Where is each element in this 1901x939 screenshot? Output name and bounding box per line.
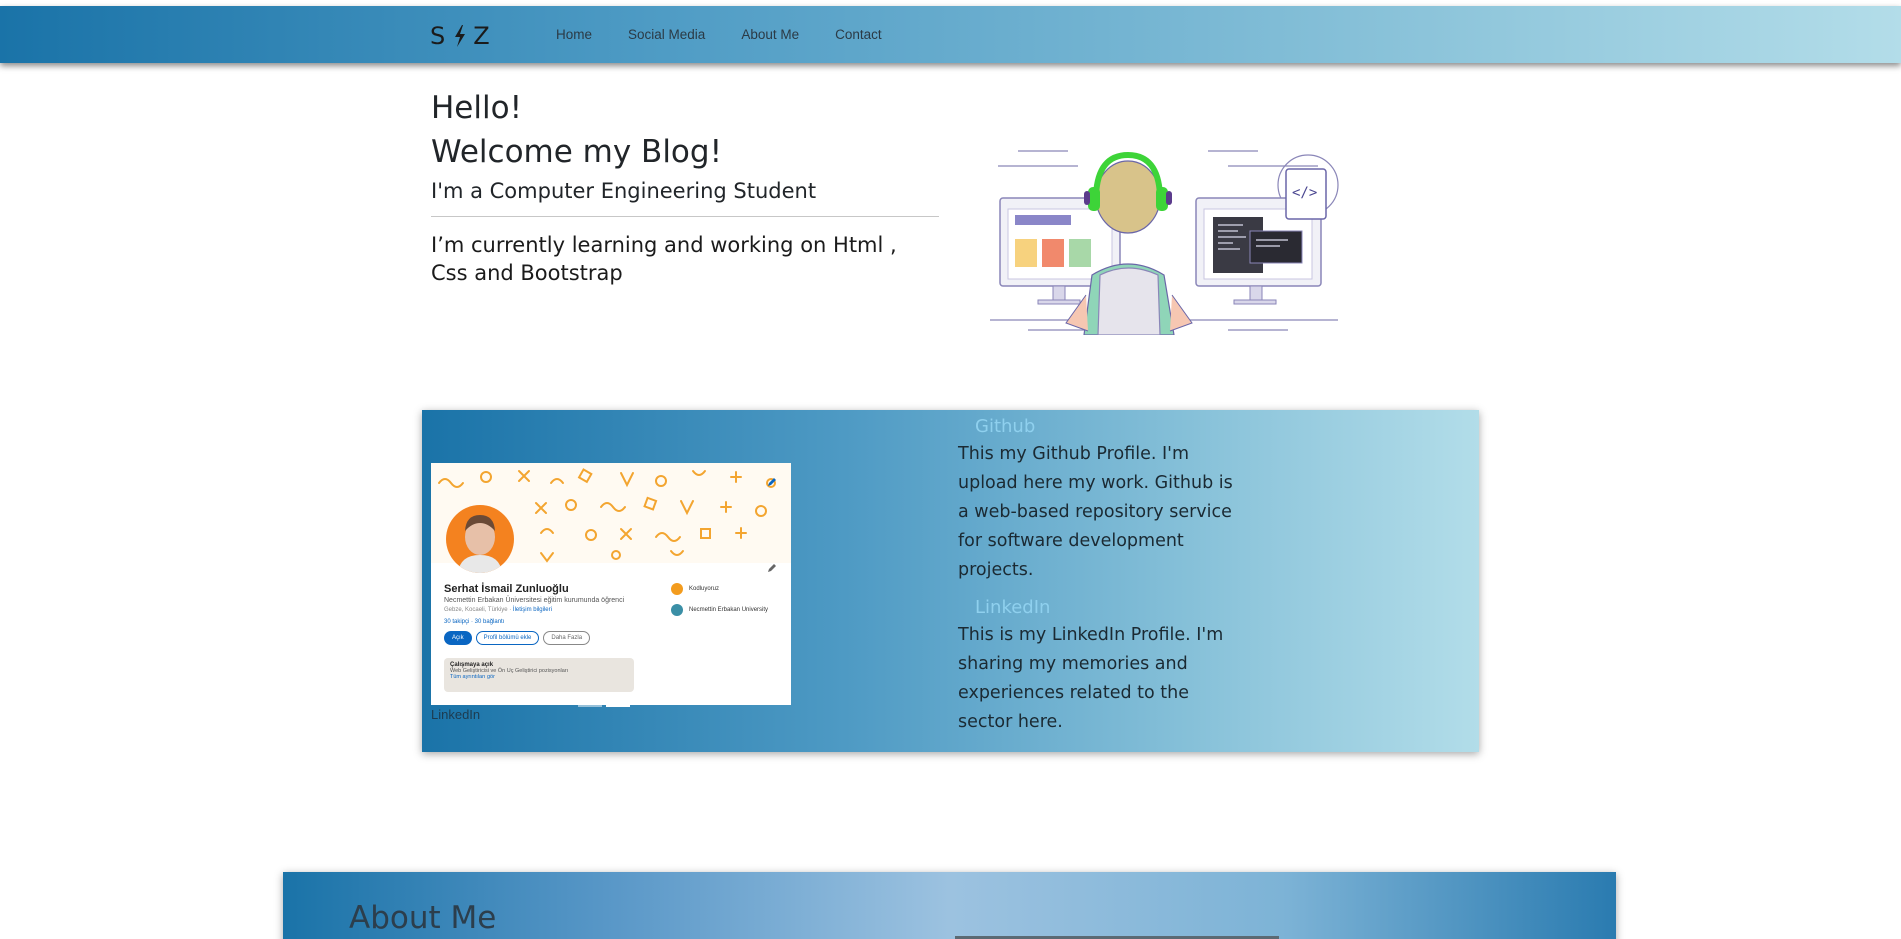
social-media-section: Serhat İsmail Zunluoğlu Necmettin Erbaka… — [422, 410, 1479, 752]
more-button[interactable]: Daha Fazla — [543, 631, 591, 645]
nav-link-about-me[interactable]: About Me — [741, 27, 799, 42]
experience-item[interactable]: Kodluyoruz — [671, 583, 768, 595]
carousel-indicator-1[interactable] — [578, 704, 602, 707]
profile-name: Serhat İsmail Zunluoğlu — [444, 583, 569, 595]
add-profile-section-button[interactable]: Profil bölümü ekle — [475, 631, 540, 645]
brand-letter-left: S — [430, 22, 448, 50]
nav-links: Home Social Media About Me Contact — [556, 27, 918, 42]
github-description: This my Github Profile. I'm upload here … — [958, 444, 1233, 580]
nav-link-social-media[interactable]: Social Media — [628, 27, 705, 42]
linkedin-description: This is my LinkedIn Profile. I'm sharing… — [958, 625, 1224, 732]
profile-location-text: Gebze, Kocaeli, Türkiye · — [444, 607, 513, 613]
brand-letter-right: Z — [473, 22, 492, 50]
carousel-indicators — [578, 704, 630, 707]
linkedin-title[interactable]: LinkedIn — [975, 595, 1243, 621]
nav-link-contact[interactable]: Contact — [835, 27, 882, 42]
open-to-button[interactable]: Açık — [444, 631, 472, 645]
brand-logo[interactable]: S Z — [430, 22, 492, 50]
hero-divider — [431, 216, 939, 217]
hero-welcome: Welcome my Blog! — [431, 134, 723, 170]
profile-connections[interactable]: 30 takipçi · 30 bağlantı — [444, 619, 504, 625]
profile-location: Gebze, Kocaeli, Türkiye · İletişim bilgi… — [444, 607, 552, 613]
about-section: About Me — [283, 872, 1616, 939]
carousel-caption: LinkedIn — [431, 707, 481, 722]
carousel-indicator-2[interactable] — [606, 704, 630, 707]
profile-avatar — [446, 505, 514, 573]
developer-at-desk-illustration: </> — [990, 150, 1339, 335]
hero-section: Hello! Welcome my Blog! I'm a Computer E… — [431, 86, 939, 287]
hero-greeting: Hello! — [431, 90, 523, 126]
edit-cover-icon[interactable] — [767, 477, 777, 487]
kodluyoruz-logo-icon — [671, 583, 683, 595]
navbar: S Z Home Social Media About Me Contact — [0, 6, 1901, 63]
svg-text:</>: </> — [1292, 185, 1317, 201]
open-to-work-box[interactable]: Çalışmaya açık Web Geliştiricisi ve Ön U… — [444, 658, 634, 692]
profile-experience-list: Kodluyoruz Necmettin Erbakan University — [671, 583, 768, 625]
about-title: About Me — [349, 900, 497, 936]
lightning-bolt-icon — [455, 25, 466, 47]
hero-subtitle: I'm a Computer Engineering Student — [431, 179, 817, 203]
profile-carousel[interactable]: Serhat İsmail Zunluoğlu Necmettin Erbaka… — [431, 463, 791, 705]
hero-lead: I’m currently learning and working on Ht… — [431, 233, 897, 285]
experience-label: Kodluyoruz — [689, 586, 720, 592]
university-logo-icon — [671, 604, 683, 616]
profile-buttons: Açık Profil bölümü ekle Daha Fazla — [444, 631, 591, 645]
social-descriptions: Github This my Github Profile. I'm uploa… — [958, 414, 1243, 747]
education-label: Necmettin Erbakan University — [689, 607, 769, 613]
person-photo — [458, 515, 502, 573]
edit-profile-icon[interactable] — [767, 563, 777, 573]
nav-link-home[interactable]: Home — [556, 27, 592, 42]
see-details-link[interactable]: Tüm ayrıntıları gör — [450, 674, 628, 680]
github-title[interactable]: Github — [975, 414, 1243, 440]
education-item[interactable]: Necmettin Erbakan University — [671, 604, 768, 616]
contact-info-link[interactable]: İletişim bilgileri — [513, 607, 552, 613]
profile-headline: Necmettin Erbakan Üniversitesi eğitim ku… — [444, 597, 625, 604]
